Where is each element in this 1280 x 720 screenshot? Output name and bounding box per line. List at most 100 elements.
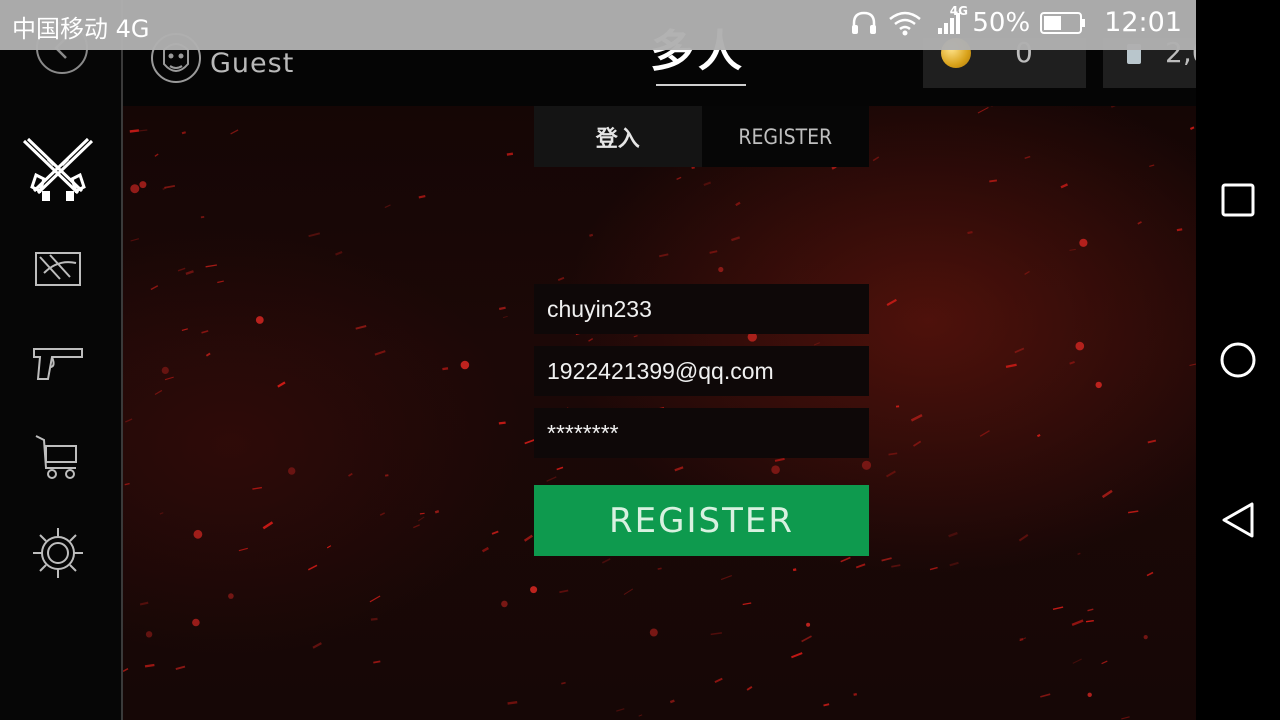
ember (718, 266, 724, 273)
spark (709, 250, 718, 254)
spark (1110, 106, 1116, 108)
spark (164, 376, 174, 381)
sidebar-item-settings[interactable] (16, 516, 100, 590)
spark (154, 389, 163, 396)
ember (193, 529, 203, 539)
spark (524, 439, 535, 445)
spark (891, 564, 901, 568)
spark (674, 466, 684, 472)
spark (175, 665, 186, 671)
spark (813, 342, 821, 346)
spark (1014, 347, 1025, 354)
sidebar-divider (121, 0, 123, 720)
spark (373, 660, 381, 664)
register-button[interactable]: REGISTER (534, 485, 869, 556)
sidebar-item-weapons[interactable] (16, 326, 100, 400)
spark (262, 521, 274, 530)
spark (1137, 221, 1142, 225)
game-screen: Guest 多人 0 2,0 (0, 0, 1196, 720)
ember (649, 628, 658, 637)
signal-icon (938, 12, 961, 34)
password-field[interactable] (534, 408, 869, 458)
status-indicators: 50% 12:01 (850, 7, 1182, 38)
spark (840, 556, 851, 563)
spark (881, 557, 892, 562)
spark (703, 181, 712, 187)
spark (185, 270, 194, 276)
home-icon[interactable] (1216, 338, 1260, 382)
sidebar-item-multiplayer[interactable] (16, 134, 100, 208)
spark (498, 421, 506, 425)
spark (1024, 270, 1030, 275)
spark (669, 699, 675, 704)
ember (139, 181, 147, 189)
email-field[interactable] (534, 346, 869, 396)
sidebar-item-melee[interactable] (16, 232, 100, 306)
spark (623, 588, 634, 596)
spark (413, 524, 420, 529)
spark (557, 276, 565, 281)
battery-icon (1040, 11, 1086, 34)
spark (1176, 228, 1183, 232)
spark (498, 306, 506, 311)
ember (1079, 238, 1088, 247)
spark (384, 204, 391, 209)
spark (308, 232, 321, 238)
spark (507, 701, 518, 705)
spark (546, 476, 557, 482)
spark (201, 330, 209, 334)
recent-apps-icon[interactable] (1216, 178, 1260, 222)
ember (501, 600, 508, 608)
spark (792, 568, 797, 572)
spark (633, 335, 638, 338)
spark (720, 575, 733, 581)
battery-percent: 50% (972, 7, 1031, 38)
spark (139, 601, 149, 606)
spark (559, 589, 569, 594)
spark (181, 131, 186, 135)
sidebar-item-shop[interactable] (16, 420, 100, 494)
spark (144, 663, 155, 668)
spark (370, 617, 378, 621)
status-bar: 中国移动 4G 4G 50% 12:01 (0, 0, 1196, 50)
pistol-icon (33, 348, 83, 380)
spark (601, 558, 611, 564)
spark (1101, 489, 1113, 499)
ember (1087, 692, 1092, 697)
spark (589, 233, 594, 237)
ember (228, 593, 234, 599)
tab-register[interactable]: REGISTER (701, 106, 869, 167)
spark (252, 486, 263, 490)
spark (379, 512, 386, 516)
ember (1095, 381, 1102, 389)
spark (154, 153, 159, 157)
spark (326, 545, 332, 549)
sidebar (0, 0, 122, 720)
spark (616, 708, 625, 712)
tab-login[interactable]: 登入 (534, 106, 702, 167)
ember (806, 622, 811, 627)
spark (1121, 716, 1130, 720)
spark (967, 231, 973, 235)
spark (691, 166, 695, 170)
spark (205, 264, 218, 268)
spark (1072, 658, 1082, 664)
spark (1036, 433, 1041, 438)
spark (989, 179, 998, 183)
spark (853, 692, 858, 696)
spark (1077, 552, 1081, 556)
spark (791, 652, 803, 659)
spark (676, 176, 682, 181)
spark (823, 703, 830, 707)
ember (255, 316, 264, 324)
spark (1069, 248, 1076, 251)
ember (1075, 341, 1085, 351)
spark (561, 681, 566, 685)
username-field[interactable] (534, 284, 869, 334)
spark (434, 510, 440, 514)
spark (177, 267, 186, 272)
spark (948, 531, 958, 538)
back-nav-icon[interactable] (1216, 498, 1260, 542)
spark (714, 677, 723, 684)
spark (949, 561, 959, 567)
